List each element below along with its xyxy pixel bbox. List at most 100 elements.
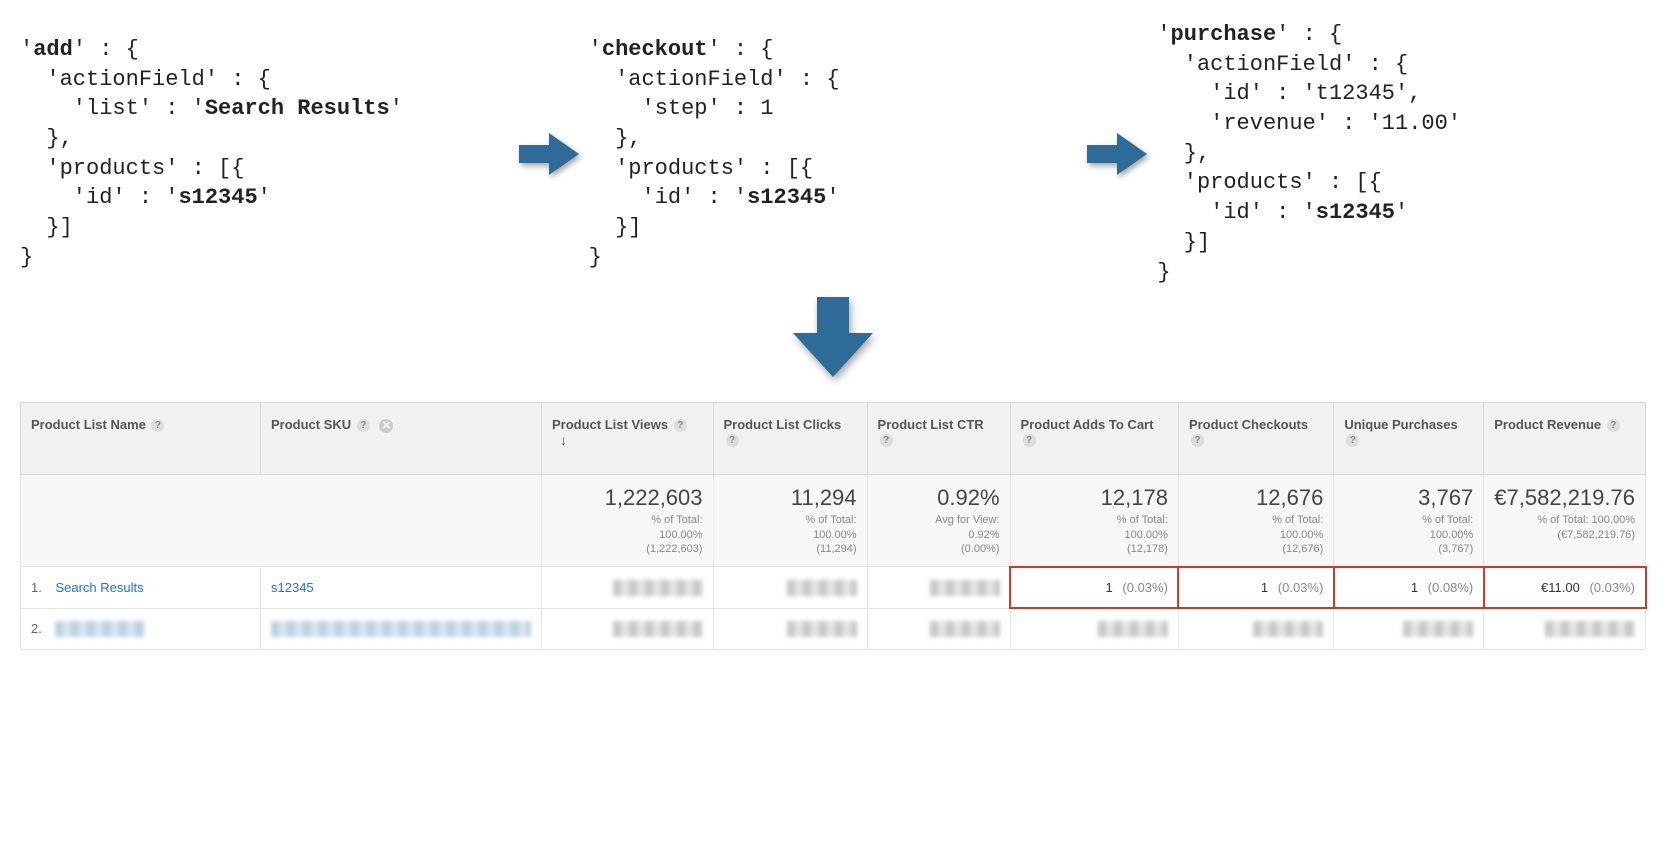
summary-big: €7,582,219.76 bbox=[1494, 485, 1635, 511]
arrow-right-icon bbox=[519, 130, 579, 178]
cell-views bbox=[542, 567, 714, 609]
col-header-label: Product Checkouts bbox=[1189, 417, 1308, 432]
product-list-report-table: Product List Name ? Product SKU ? ✕ Prod… bbox=[20, 402, 1646, 650]
metric-pct: (0.03%) bbox=[1278, 580, 1324, 595]
cell-revenue bbox=[1484, 608, 1646, 650]
redacted-value bbox=[613, 580, 703, 596]
summary-sub: (12,178) bbox=[1021, 542, 1168, 556]
code-key-purchase: purchase bbox=[1171, 22, 1277, 47]
help-icon[interactable]: ? bbox=[1607, 419, 1620, 432]
summary-big: 12,676 bbox=[1189, 485, 1323, 511]
product-sku-link[interactable]: s12345 bbox=[271, 580, 314, 595]
summary-sub: 100.00% bbox=[1021, 528, 1168, 542]
col-header-views[interactable]: Product List Views ? ↓ bbox=[542, 403, 714, 475]
code-key: products bbox=[60, 156, 166, 181]
redacted-value bbox=[1545, 621, 1635, 637]
help-icon[interactable]: ? bbox=[1346, 434, 1359, 447]
code-flow-row: 'add' : { 'actionField' : { 'list' : 'Se… bbox=[20, 20, 1646, 287]
summary-sub: 100.00% bbox=[1344, 528, 1473, 542]
arrow-right-icon bbox=[1087, 130, 1147, 178]
table-header-row: Product List Name ? Product SKU ? ✕ Prod… bbox=[21, 403, 1646, 475]
help-icon[interactable]: ? bbox=[151, 419, 164, 432]
col-header-revenue[interactable]: Product Revenue ? bbox=[1484, 403, 1646, 475]
summary-sub: (11,294) bbox=[724, 542, 857, 556]
redacted-value bbox=[787, 580, 857, 596]
cell-adds: 1 (0.03%) bbox=[1010, 567, 1178, 609]
help-icon[interactable]: ? bbox=[1191, 434, 1204, 447]
cell-checkouts bbox=[1178, 608, 1333, 650]
col-header-label: Product SKU bbox=[271, 417, 351, 432]
code-key: products bbox=[628, 156, 734, 181]
cell-unique: 1 (0.08%) bbox=[1334, 567, 1484, 609]
help-icon[interactable]: ? bbox=[726, 434, 739, 447]
code-key: actionField bbox=[1197, 52, 1342, 77]
cell-adds bbox=[1010, 608, 1178, 650]
redacted-value bbox=[930, 580, 1000, 596]
metric-pct: (0.03%) bbox=[1589, 580, 1635, 595]
summary-sub: (0.00%) bbox=[878, 542, 1000, 556]
col-header-label: Unique Purchases bbox=[1344, 417, 1457, 432]
code-block-add: 'add' : { 'actionField' : { 'list' : 'Se… bbox=[20, 35, 509, 273]
help-icon[interactable]: ? bbox=[880, 434, 893, 447]
redacted-value bbox=[613, 621, 703, 637]
cell-name[interactable]: 1. Search Results bbox=[21, 567, 261, 609]
row-index: 2. bbox=[31, 621, 42, 636]
redacted-value bbox=[1403, 621, 1473, 637]
cell-sku[interactable]: s12345 bbox=[261, 567, 542, 609]
redacted-value bbox=[787, 621, 857, 637]
col-header-label: Product List CTR bbox=[878, 417, 984, 432]
remove-dimension-icon[interactable]: ✕ bbox=[379, 419, 393, 433]
summary-sub: % of Total: bbox=[1021, 513, 1168, 527]
code-key: id bbox=[1223, 200, 1249, 225]
code-key: products bbox=[1197, 170, 1303, 195]
cell-clicks bbox=[713, 608, 867, 650]
code-key: actionField bbox=[60, 67, 205, 92]
code-key-add: add bbox=[33, 37, 73, 62]
redacted-value bbox=[1098, 621, 1168, 637]
code-key: revenue bbox=[1223, 111, 1315, 136]
metric-value: 1 bbox=[1261, 580, 1268, 595]
summary-checkouts: 12,676 % of Total: 100.00% (12,676) bbox=[1178, 475, 1333, 567]
code-val: s12345 bbox=[178, 185, 257, 210]
col-header-label: Product Adds To Cart bbox=[1021, 417, 1154, 432]
cell-sku[interactable] bbox=[261, 608, 542, 650]
help-icon[interactable]: ? bbox=[674, 419, 687, 432]
cell-revenue: €11.00 (0.03%) bbox=[1484, 567, 1646, 609]
code-key: step bbox=[655, 96, 708, 121]
help-icon[interactable]: ? bbox=[1023, 434, 1036, 447]
summary-big: 0.92% bbox=[878, 485, 1000, 511]
summary-sub: % of Total: bbox=[724, 513, 857, 527]
col-header-unique[interactable]: Unique Purchases ? bbox=[1334, 403, 1484, 475]
summary-ctr: 0.92% Avg for View: 0.92% (0.00%) bbox=[867, 475, 1010, 567]
col-header-sku[interactable]: Product SKU ? ✕ bbox=[261, 403, 542, 475]
summary-revenue: €7,582,219.76 % of Total: 100.00% (€7,58… bbox=[1484, 475, 1646, 567]
code-val: t12345 bbox=[1316, 81, 1395, 106]
summary-sub: (12,676) bbox=[1189, 542, 1323, 556]
table-row[interactable]: 2. bbox=[21, 608, 1646, 650]
col-header-label: Product Revenue bbox=[1494, 417, 1601, 432]
code-key: id bbox=[86, 185, 112, 210]
summary-sub: 100.00% bbox=[724, 528, 857, 542]
col-header-name[interactable]: Product List Name ? bbox=[21, 403, 261, 475]
summary-big: 12,178 bbox=[1021, 485, 1168, 511]
code-key-checkout: checkout bbox=[602, 37, 708, 62]
col-header-checkouts[interactable]: Product Checkouts ? bbox=[1178, 403, 1333, 475]
metric-pct: (0.08%) bbox=[1428, 580, 1474, 595]
summary-clicks: 11,294 % of Total: 100.00% (11,294) bbox=[713, 475, 867, 567]
table-row[interactable]: 1. Search Results s12345 1 (0.03%) 1 (0.… bbox=[21, 567, 1646, 609]
summary-big: 1,222,603 bbox=[552, 485, 703, 511]
cell-name[interactable]: 2. bbox=[21, 608, 261, 650]
col-header-clicks[interactable]: Product List Clicks ? bbox=[713, 403, 867, 475]
summary-sub: 100.00% bbox=[1189, 528, 1323, 542]
col-header-adds[interactable]: Product Adds To Cart ? bbox=[1010, 403, 1178, 475]
col-header-ctr[interactable]: Product List CTR ? bbox=[867, 403, 1010, 475]
summary-sub: 0.92% bbox=[878, 528, 1000, 542]
code-val: 11.00 bbox=[1382, 111, 1448, 136]
code-key: id bbox=[1223, 81, 1249, 106]
summary-big: 3,767 bbox=[1344, 485, 1473, 511]
product-list-name-link[interactable]: Search Results bbox=[55, 580, 143, 595]
summary-sub: % of Total: bbox=[552, 513, 703, 527]
sort-desc-icon[interactable]: ↓ bbox=[560, 432, 567, 448]
help-icon[interactable]: ? bbox=[357, 419, 370, 432]
code-val: Search Results bbox=[205, 96, 390, 121]
